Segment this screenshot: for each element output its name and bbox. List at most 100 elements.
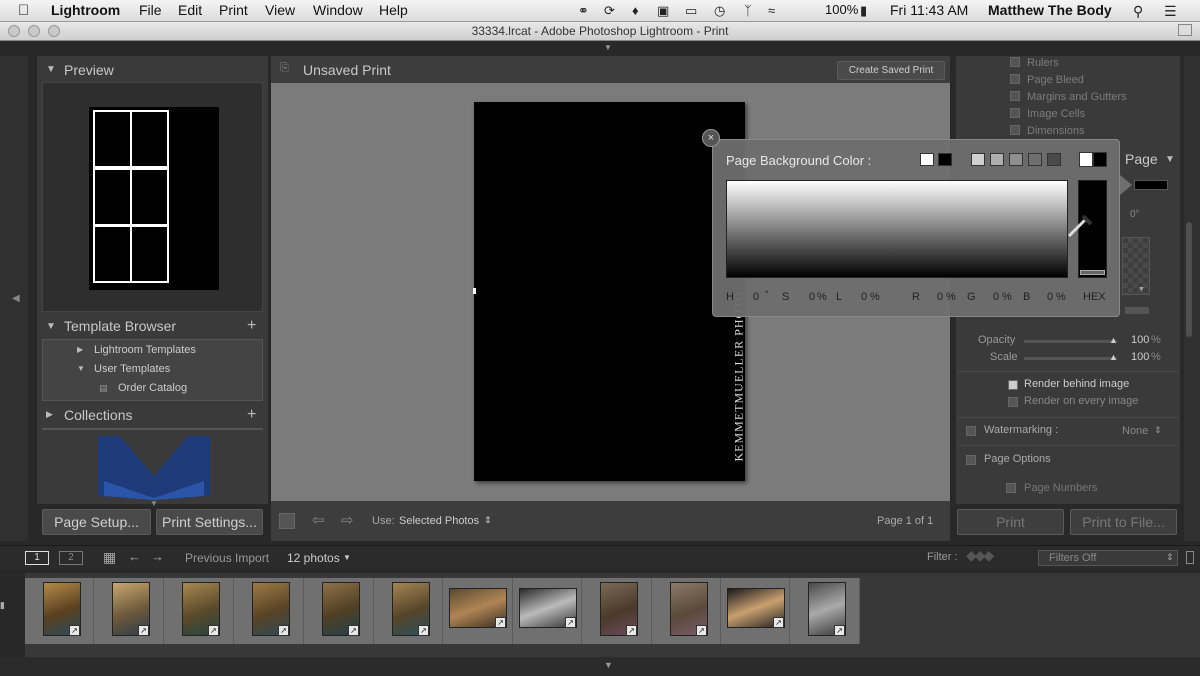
gray-swatch-4[interactable] xyxy=(1028,153,1042,166)
eyedropper-icon[interactable] xyxy=(1065,210,1095,240)
primary-window-button[interactable]: 1 xyxy=(25,551,49,565)
page-background-color-swatch[interactable] xyxy=(1134,180,1168,190)
top-panel-toggle-icon[interactable]: ▼ xyxy=(604,43,612,52)
page-header[interactable]: Page xyxy=(1125,151,1158,167)
menu-list-icon[interactable]: ☰ xyxy=(1164,3,1177,20)
filmstrip-thumb[interactable]: ↗ xyxy=(513,578,582,644)
bottom-panel-toggle-icon[interactable]: ▼ xyxy=(604,660,613,670)
opacity-slider[interactable] xyxy=(1024,340,1117,343)
page-setup-button[interactable]: Page Setup... xyxy=(42,509,151,535)
color-field[interactable] xyxy=(726,180,1068,278)
page-collapse-icon[interactable]: ▼ xyxy=(1165,154,1175,165)
template-folder-user[interactable]: User Templates xyxy=(94,363,170,375)
margins-checkbox[interactable] xyxy=(1010,91,1020,101)
filmstrip-thumb[interactable]: ↗ xyxy=(164,578,234,644)
filmstrip-thumb[interactable]: ↗ xyxy=(25,578,94,644)
back-arrow-icon[interactable]: ← xyxy=(128,549,141,564)
previous-page-icon[interactable]: ⇦ xyxy=(312,511,325,529)
gray-swatch-1[interactable] xyxy=(971,153,985,166)
scale-slider-thumb[interactable]: ▲ xyxy=(1109,352,1118,362)
forward-arrow-icon[interactable]: → xyxy=(151,549,164,564)
saturation-slider-thumb[interactable] xyxy=(1080,270,1105,275)
photo-count-dropdown-icon[interactable]: ▼ xyxy=(343,553,351,562)
left-scroll-track[interactable] xyxy=(30,60,36,460)
scale-slider[interactable] xyxy=(1024,357,1117,360)
fullscreen-button[interactable] xyxy=(1178,24,1192,36)
watermarking-select[interactable]: None xyxy=(1122,425,1148,437)
scroll-more-icon[interactable]: ▼ xyxy=(150,499,158,508)
gray-swatch-5[interactable] xyxy=(1047,153,1061,166)
page-bleed-checkbox[interactable] xyxy=(1010,74,1020,84)
expand-icon[interactable]: ▶ xyxy=(77,345,83,354)
menu-edit[interactable]: Edit xyxy=(178,2,202,18)
menu-print[interactable]: Print xyxy=(219,2,248,18)
grid-view-icon[interactable]: ▦ xyxy=(103,549,116,566)
opacity-value[interactable]: 100 xyxy=(1131,334,1149,346)
preview-collapse-icon[interactable]: ▼ xyxy=(46,64,56,75)
print-page[interactable] xyxy=(474,102,745,481)
sync-icon[interactable]: ⟳ xyxy=(604,3,615,19)
s-value[interactable]: 0 xyxy=(809,291,815,303)
filmstrip-left-edge[interactable]: ▮ xyxy=(0,600,8,630)
menu-window[interactable]: Window xyxy=(313,2,363,18)
gray-swatch-2[interactable] xyxy=(990,153,1004,166)
app-menu[interactable]: Lightroom xyxy=(51,2,120,18)
battery-icon[interactable]: ▮ xyxy=(860,3,867,19)
filmstrip-thumb[interactable]: ↗ xyxy=(652,578,721,644)
render-every-checkbox[interactable] xyxy=(1008,397,1018,407)
template-item-order-catalog[interactable]: Order Catalog xyxy=(118,382,187,394)
dropdown-arrow-icon[interactable]: ▼ xyxy=(1138,286,1145,293)
filmstrip-thumb[interactable]: ↗ xyxy=(721,578,790,644)
filmstrip-toggle[interactable] xyxy=(1186,551,1194,564)
scale-value[interactable]: 100 xyxy=(1131,351,1149,363)
notification-icon[interactable]: ♦ xyxy=(632,3,639,18)
filter-select[interactable]: Filters Off xyxy=(1038,550,1178,566)
image-cells-checkbox[interactable] xyxy=(1010,108,1020,118)
right-scrollbar[interactable] xyxy=(1186,222,1192,337)
spotlight-search-icon[interactable]: ⚲ xyxy=(1133,3,1143,20)
display-icon[interactable]: ▣ xyxy=(657,3,669,19)
time-machine-icon[interactable]: ◷ xyxy=(714,3,725,19)
l-value[interactable]: 0 xyxy=(861,291,867,303)
template-browser-header[interactable]: Template Browser xyxy=(64,318,176,334)
collections-expand-icon[interactable]: ▶ xyxy=(46,409,53,420)
page-options-checkbox[interactable] xyxy=(966,455,976,465)
collapse-icon[interactable]: ▼ xyxy=(77,364,85,373)
page-numbers-checkbox[interactable] xyxy=(1006,483,1016,493)
bluetooth-icon[interactable]: ᛉ xyxy=(744,3,752,18)
photo-border-preview[interactable] xyxy=(1122,237,1150,295)
render-behind-checkbox[interactable] xyxy=(1008,380,1018,390)
g-value[interactable]: 0 xyxy=(993,291,999,303)
template-browser-collapse-icon[interactable]: ▼ xyxy=(46,321,56,332)
filmstrip-thumb[interactable]: ↗ xyxy=(374,578,443,644)
apple-icon[interactable]:  xyxy=(18,2,29,19)
rulers-checkbox[interactable] xyxy=(1010,57,1020,67)
filmstrip-thumb[interactable]: ↗ xyxy=(582,578,652,644)
menu-view[interactable]: View xyxy=(265,2,295,18)
r-value[interactable]: 0 xyxy=(937,291,943,303)
use-select[interactable]: Selected Photos xyxy=(399,515,479,527)
next-page-icon[interactable]: ⇨ xyxy=(341,511,354,529)
print-to-file-button[interactable]: Print to File... xyxy=(1070,509,1177,535)
b-value[interactable]: 0 xyxy=(1047,291,1053,303)
white-swatch[interactable] xyxy=(920,153,934,166)
slider-track[interactable] xyxy=(1125,307,1149,314)
current-color-black[interactable] xyxy=(1093,152,1107,167)
add-collection-icon[interactable]: + xyxy=(247,406,256,424)
template-folder-lightroom[interactable]: Lightroom Templates xyxy=(94,344,196,356)
clock[interactable]: Fri 11:43 AM xyxy=(890,2,968,18)
filmstrip-thumb[interactable]: ↗ xyxy=(304,578,374,644)
add-template-icon[interactable]: + xyxy=(247,317,256,335)
current-color-white[interactable] xyxy=(1079,152,1093,167)
filter-flags-icon[interactable]: ◆◆◆ xyxy=(966,547,994,564)
close-icon[interactable]: × xyxy=(702,129,720,147)
preview-header[interactable]: Preview xyxy=(64,62,114,78)
watermarking-checkbox[interactable] xyxy=(966,426,976,436)
source-label[interactable]: Previous Import xyxy=(185,551,269,565)
page-background-color-dialog[interactable]: Page Background Color : H 0 ° S 0 % L 0 … xyxy=(712,139,1120,317)
airplay-icon[interactable]: ▭ xyxy=(685,3,697,19)
filter-select-arrows-icon[interactable]: ⇕ xyxy=(1166,552,1174,563)
black-swatch[interactable] xyxy=(938,153,952,166)
hex-label[interactable]: HEX xyxy=(1083,291,1106,303)
use-select-arrows-icon[interactable]: ⇕ xyxy=(484,515,492,526)
